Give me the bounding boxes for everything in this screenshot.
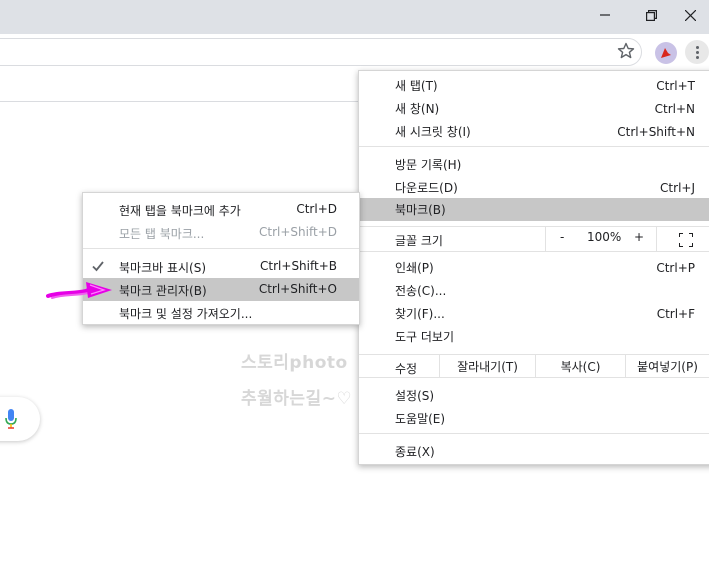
menu-item-new-window[interactable]: 새 창(N) Ctrl+N	[359, 97, 709, 120]
menu-item-label: 찾기(F)...	[395, 307, 445, 321]
minimize-button[interactable]	[582, 0, 628, 30]
close-icon	[685, 9, 696, 21]
watermark-text: 추월하는길~♡	[241, 389, 353, 409]
menu-item-downloads[interactable]: 다운로드(D) Ctrl+J	[359, 176, 709, 199]
menu-item-new-tab[interactable]: 새 탭(T) Ctrl+T	[359, 74, 709, 97]
zoom-out-button[interactable]: -	[560, 230, 564, 244]
menu-item-exit[interactable]: 종료(X)	[359, 440, 709, 463]
menu-item-cast[interactable]: 전송(C)...	[359, 279, 709, 302]
zoom-label: 글꼴 크기	[395, 234, 443, 248]
menu-item-label: 설정(S)	[395, 389, 435, 403]
menu-item-label: 새 탭(T)	[395, 79, 438, 93]
annotation-arrow-icon	[46, 282, 112, 299]
restore-button[interactable]	[628, 0, 674, 30]
kebab-dot	[695, 55, 699, 59]
menu-item-shortcut: Ctrl+T	[656, 78, 695, 93]
address-bar[interactable]	[0, 38, 642, 66]
menu-item-shortcut: Ctrl+Shift+O	[258, 282, 337, 296]
menu-item-label: 현재 탭을 북마크에 추가	[119, 204, 241, 218]
submenu-item-import-bookmarks[interactable]: 북마크 및 설정 가져오기...	[83, 301, 359, 324]
menu-item-print[interactable]: 인쇄(P) Ctrl+P	[359, 256, 709, 279]
menu-item-settings[interactable]: 설정(S)	[359, 384, 709, 407]
menu-item-label: 새 창(N)	[395, 102, 440, 116]
menu-item-bookmarks[interactable]: 북마크(B)	[359, 198, 709, 221]
menu-separator	[359, 433, 709, 434]
extension-icon	[661, 48, 671, 58]
menu-item-new-incognito[interactable]: 새 시크릿 창(I) Ctrl+Shift+N	[359, 120, 709, 143]
menu-item-label: 새 시크릿 창(I)	[395, 125, 471, 139]
star-icon[interactable]	[616, 41, 636, 61]
menu-item-shortcut: Ctrl+J	[660, 180, 695, 195]
paste-button[interactable]: 붙여넣기(P)	[625, 354, 709, 378]
kebab-dot	[695, 45, 699, 49]
menu-item-shortcut: Ctrl+Shift+B	[260, 259, 337, 273]
edit-row: 수정 잘라내기(T) 복사(C) 붙여넣기(P)	[359, 354, 709, 378]
menu-item-label: 북마크 관리자(B)	[119, 284, 207, 298]
menu-item-history[interactable]: 방문 기록(H)	[359, 153, 709, 176]
cut-label: 잘라내기(T)	[457, 359, 518, 374]
menu-item-label: 인쇄(P)	[395, 261, 434, 275]
menu-item-label: 북마크바 표시(S)	[119, 261, 207, 275]
microphone-icon[interactable]	[4, 408, 18, 430]
edit-label: 수정	[395, 362, 418, 376]
menu-item-more-tools[interactable]: 도구 더보기	[359, 325, 709, 348]
extension-button[interactable]	[655, 42, 677, 64]
bookmarks-submenu: 현재 탭을 북마크에 추가 Ctrl+D 모든 탭 북마크... Ctrl+Sh…	[82, 192, 360, 325]
menu-item-label: 전송(C)...	[395, 284, 447, 298]
watermark-text: 스토리photo	[241, 353, 348, 373]
zoom-row: 글꼴 크기 - 100% +	[359, 226, 709, 252]
checkmark-icon	[92, 261, 104, 272]
menu-item-label: 모든 탭 북마크...	[119, 227, 205, 241]
toolbar	[0, 34, 709, 70]
menu-item-label: 방문 기록(H)	[395, 158, 462, 172]
menu-item-label: 다운로드(D)	[395, 181, 458, 195]
restore-icon	[645, 9, 657, 21]
menu-item-shortcut: Ctrl+F	[656, 306, 695, 321]
title-bar	[0, 0, 709, 34]
menu-item-label: 종료(X)	[395, 445, 435, 459]
zoom-level: 100%	[587, 230, 622, 244]
menu-item-label: 북마크(B)	[395, 203, 446, 217]
close-button[interactable]	[672, 0, 709, 30]
chrome-main-menu: 새 탭(T) Ctrl+T 새 창(N) Ctrl+N 새 시크릿 창(I) C…	[358, 70, 709, 465]
zoom-controls: - 100% +	[545, 226, 657, 252]
menu-item-shortcut: Ctrl+P	[656, 260, 695, 275]
menu-item-label: 북마크 및 설정 가져오기...	[119, 307, 253, 321]
menu-item-shortcut: Ctrl+D	[296, 202, 337, 216]
paste-label: 붙여넣기(P)	[637, 359, 698, 374]
copy-button[interactable]: 복사(C)	[535, 354, 625, 378]
cut-button[interactable]: 잘라내기(T)	[439, 354, 535, 378]
menu-item-find[interactable]: 찾기(F)... Ctrl+F	[359, 302, 709, 325]
submenu-item-show-bookmarks-bar[interactable]: 북마크바 표시(S) Ctrl+Shift+B	[83, 255, 359, 278]
menu-item-shortcut: Ctrl+Shift+D	[259, 225, 337, 239]
submenu-item-bookmark-this-tab[interactable]: 현재 탭을 북마크에 추가 Ctrl+D	[83, 198, 359, 221]
kebab-menu-button[interactable]	[685, 40, 709, 64]
submenu-item-bookmark-manager[interactable]: 북마크 관리자(B) Ctrl+Shift+O	[83, 278, 359, 301]
minimize-icon	[600, 14, 610, 16]
menu-item-label: 도움말(E)	[395, 412, 446, 426]
copy-label: 복사(C)	[560, 359, 601, 374]
zoom-in-button[interactable]: +	[634, 230, 644, 244]
menu-separator	[83, 248, 359, 249]
menu-item-help[interactable]: 도움말(E)	[359, 407, 709, 430]
fullscreen-icon[interactable]	[679, 233, 693, 247]
menu-item-label: 도구 더보기	[395, 330, 455, 344]
submenu-item-bookmark-all-tabs[interactable]: 모든 탭 북마크... Ctrl+Shift+D	[83, 221, 359, 244]
menu-item-shortcut: Ctrl+N	[654, 101, 695, 116]
menu-item-shortcut: Ctrl+Shift+N	[617, 124, 695, 139]
divider	[0, 101, 358, 102]
kebab-dot	[695, 50, 699, 54]
voice-search-box[interactable]	[0, 397, 40, 441]
menu-separator	[359, 146, 709, 147]
